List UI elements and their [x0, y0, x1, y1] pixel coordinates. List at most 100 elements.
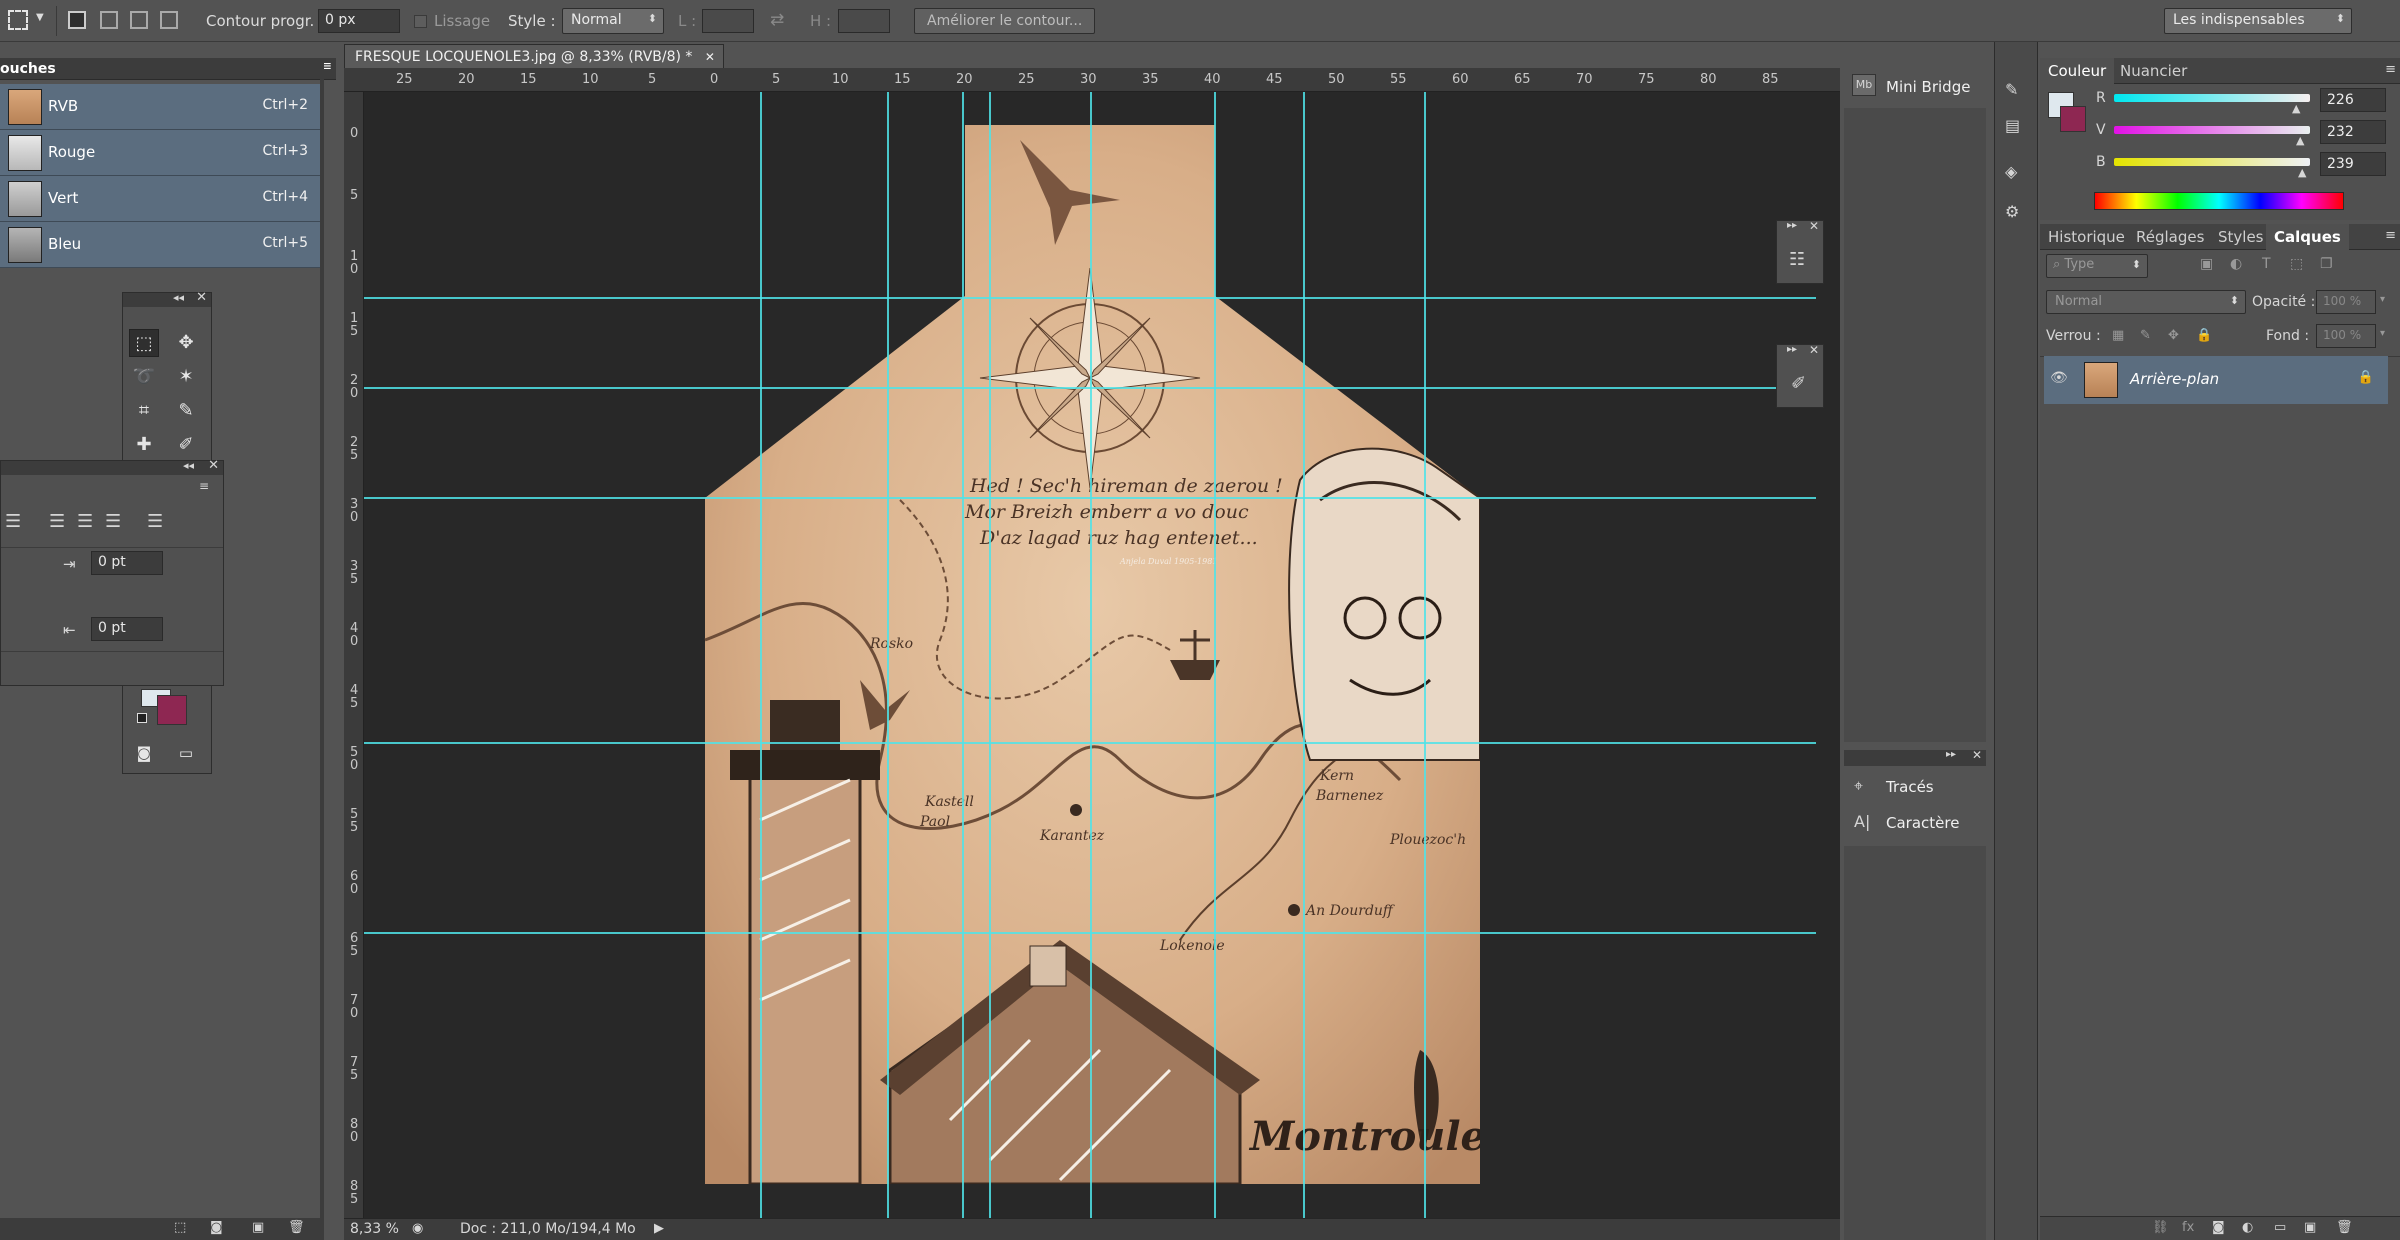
- channel-row-blue[interactable]: Bleu Ctrl+5: [0, 222, 320, 268]
- new-selection-icon[interactable]: [68, 11, 86, 29]
- tab-history[interactable]: Historique: [2040, 224, 2133, 250]
- layer-filter-select[interactable]: ⌕ Type ⬍: [2046, 254, 2148, 278]
- chevron-down-icon[interactable]: ▼: [36, 12, 44, 23]
- quick-mask-icon[interactable]: ◙: [129, 739, 159, 767]
- close-icon[interactable]: ✕: [1809, 219, 1819, 233]
- intersect-selection-icon[interactable]: [160, 11, 178, 29]
- fx-icon[interactable]: fx: [2182, 1220, 2194, 1235]
- panel-menu-icon[interactable]: ≡: [2385, 62, 2396, 77]
- tab-swatches[interactable]: Nuancier: [2112, 58, 2195, 84]
- tab-styles[interactable]: Styles: [2210, 224, 2272, 250]
- character-item[interactable]: A| Caractère: [1848, 808, 1984, 838]
- width-input[interactable]: [702, 9, 754, 33]
- blue-value[interactable]: 239: [2320, 152, 2386, 176]
- expand-icon[interactable]: ▸▸: [1946, 749, 1956, 760]
- guide-vertical[interactable]: [962, 92, 964, 1218]
- tab-color[interactable]: Couleur: [2040, 58, 2115, 84]
- lock-transparent-icon[interactable]: ▦: [2112, 328, 2124, 343]
- guide-vertical[interactable]: [1424, 92, 1426, 1218]
- horizontal-ruler[interactable]: 25 20 15 10 5 0 5 10 15 20 25 30 35 40 4…: [344, 68, 1840, 92]
- sliders-icon[interactable]: ☷: [1789, 249, 1805, 270]
- default-colors-icon[interactable]: [137, 713, 147, 723]
- justify-center-icon[interactable]: ☰: [77, 511, 93, 532]
- slider-thumb-icon[interactable]: ▲: [2298, 166, 2306, 179]
- save-selection-icon[interactable]: ◙: [210, 1220, 223, 1235]
- style-select[interactable]: Normal ⬍: [562, 8, 664, 34]
- collapse-icon[interactable]: ◂◂: [183, 459, 194, 472]
- close-icon[interactable]: ✕: [1972, 748, 1982, 762]
- workspace-select[interactable]: Les indispensables ⬍: [2164, 8, 2352, 34]
- color-spectrum[interactable]: [2094, 192, 2344, 210]
- slider-thumb-icon[interactable]: ▲: [2296, 134, 2304, 147]
- guide-vertical[interactable]: [989, 92, 991, 1218]
- lock-position-icon[interactable]: ✥: [2168, 328, 2179, 343]
- blend-mode-select[interactable]: Normal ⬍: [2046, 290, 2246, 314]
- background-color-swatch[interactable]: [157, 695, 187, 725]
- mask-icon[interactable]: ◙: [2212, 1220, 2225, 1235]
- new-layer-icon[interactable]: ▣: [2304, 1220, 2316, 1235]
- brush-preset-icon[interactable]: ✐: [1791, 373, 1806, 394]
- healing-brush-icon[interactable]: ✚: [129, 431, 159, 459]
- opacity-input[interactable]: 100 %: [2316, 290, 2376, 314]
- swap-icon[interactable]: ⇄: [770, 10, 784, 30]
- play-icon[interactable]: ▶: [654, 1221, 664, 1236]
- filter-adjust-icon[interactable]: ◐: [2230, 256, 2242, 272]
- document-tab[interactable]: FRESQUE LOCQUENOLE3.jpg @ 8,33% (RVB/8) …: [344, 44, 724, 70]
- close-icon[interactable]: ✕: [196, 290, 207, 305]
- history-icon[interactable]: ✎: [2005, 80, 2018, 99]
- expand-icon[interactable]: ▸▸: [1787, 344, 1797, 355]
- trash-icon[interactable]: 🗑: [288, 1220, 305, 1235]
- filter-text-icon[interactable]: T: [2262, 256, 2271, 272]
- eye-icon[interactable]: 👁: [2050, 370, 2068, 386]
- eyedropper-icon[interactable]: ✎: [171, 397, 201, 425]
- justify-left-icon[interactable]: ☰: [49, 511, 65, 532]
- guide-horizontal[interactable]: [364, 387, 1816, 389]
- marquee-tool-icon[interactable]: ⬚: [129, 329, 159, 357]
- red-value[interactable]: 226: [2320, 88, 2386, 112]
- layer-row[interactable]: 👁 Arrière-plan 🔒: [2044, 356, 2388, 404]
- actions-icon[interactable]: ⚙: [2005, 202, 2019, 221]
- channel-row-rgb[interactable]: RVB Ctrl+2: [0, 84, 320, 130]
- guide-vertical[interactable]: [1303, 92, 1305, 1218]
- close-icon[interactable]: ✕: [208, 458, 219, 473]
- lock-all-icon[interactable]: 🔒: [2196, 328, 2212, 343]
- guide-horizontal[interactable]: [364, 742, 1816, 744]
- magic-wand-icon[interactable]: ✶: [171, 363, 201, 391]
- align-left-icon[interactable]: ☰: [5, 511, 21, 532]
- filter-pixel-icon[interactable]: ▣: [2200, 256, 2213, 272]
- refine-edge-button[interactable]: Améliorer le contour...: [914, 8, 1096, 34]
- guide-horizontal[interactable]: [364, 932, 1816, 934]
- close-icon[interactable]: ✕: [705, 50, 715, 64]
- tab-layers[interactable]: Calques: [2266, 224, 2349, 250]
- green-slider[interactable]: [2114, 126, 2310, 134]
- layers-comp-icon[interactable]: ◈: [2005, 162, 2017, 181]
- guide-vertical[interactable]: [760, 92, 762, 1218]
- link-icon[interactable]: ⛓: [2152, 1220, 2169, 1235]
- lasso-tool-icon[interactable]: ➰: [129, 363, 159, 391]
- move-tool-icon[interactable]: ✥: [171, 329, 201, 357]
- guide-horizontal[interactable]: [364, 497, 1816, 499]
- blue-slider[interactable]: [2114, 158, 2310, 166]
- vertical-ruler[interactable]: 0 5 10 15 20 25 30 35 40 45 50 55 60 65 …: [344, 92, 364, 1220]
- close-icon[interactable]: ✕: [1809, 343, 1819, 357]
- filter-shape-icon[interactable]: ⬚: [2290, 256, 2303, 272]
- space-before-input[interactable]: 0 pt: [91, 551, 163, 575]
- panel-menu-icon[interactable]: ≡: [2385, 228, 2396, 243]
- lock-pixels-icon[interactable]: ✎: [2140, 328, 2151, 343]
- new-channel-icon[interactable]: ▣: [252, 1220, 264, 1235]
- add-selection-icon[interactable]: [100, 11, 118, 29]
- justify-all-icon[interactable]: ☰: [147, 511, 163, 532]
- panel-menu-icon[interactable]: ≡: [199, 479, 209, 493]
- guide-vertical[interactable]: [1214, 92, 1216, 1218]
- slider-thumb-icon[interactable]: ▲: [2292, 102, 2300, 115]
- screen-mode-icon[interactable]: ▭: [171, 739, 201, 767]
- group-icon[interactable]: ▭: [2274, 1220, 2286, 1235]
- antialias-checkbox[interactable]: [414, 15, 427, 28]
- filter-smart-icon[interactable]: ❐: [2320, 256, 2333, 272]
- tab-adjustments[interactable]: Réglages: [2128, 224, 2212, 250]
- load-channel-icon[interactable]: ⬚: [174, 1220, 186, 1235]
- chevron-down-icon[interactable]: ▾: [2380, 294, 2385, 305]
- adjustment-layer-icon[interactable]: ◐: [2242, 1220, 2253, 1235]
- channel-row-green[interactable]: Vert Ctrl+4: [0, 176, 320, 222]
- adjust-icon[interactable]: ▤: [2005, 116, 2020, 135]
